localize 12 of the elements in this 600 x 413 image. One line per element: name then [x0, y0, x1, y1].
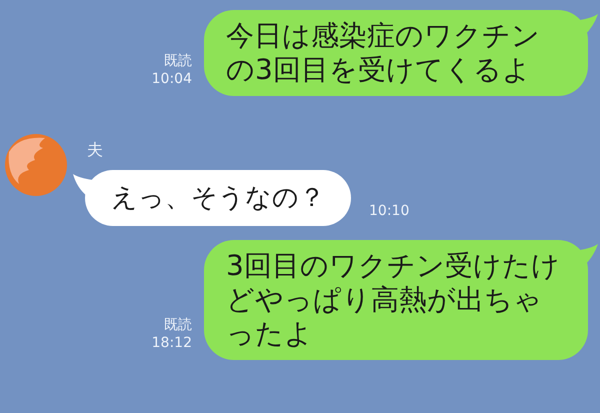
- avatar[interactable]: [5, 134, 67, 196]
- message-bubble: えっ、そうなの？: [85, 170, 351, 226]
- read-receipt: 既読: [164, 52, 192, 70]
- bubble-tail: [73, 174, 93, 196]
- message-bubble: 3回目のワクチン受けたけどやっぱり高熱が出ちゃったよ: [204, 240, 588, 360]
- bubble-tail: [580, 244, 598, 266]
- timestamp: 18:12: [152, 334, 192, 352]
- sender-name: 夫: [87, 140, 104, 160]
- read-receipt: 既読: [164, 316, 192, 334]
- message-bubble: 今日は感染症のワクチンの3回目を受けてくるよ: [204, 10, 588, 96]
- timestamp: 10:04: [152, 70, 192, 88]
- timestamp: 10:10: [369, 202, 410, 221]
